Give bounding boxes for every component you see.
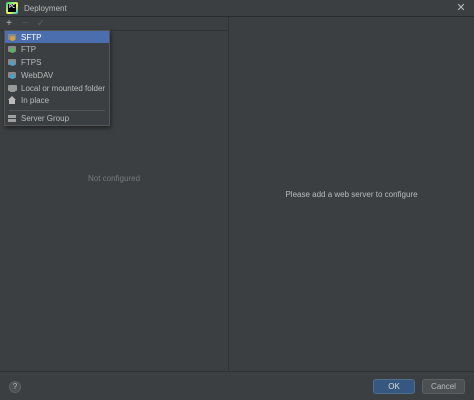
sftp-server-icon — [8, 33, 17, 42]
server-group-icon — [8, 114, 17, 123]
popup-item-ftp[interactable]: FTP — [5, 43, 109, 55]
apply-check-button[interactable]: ✓ — [34, 18, 48, 30]
server-config-panel: Please add a web server to configure — [229, 17, 474, 371]
cancel-button[interactable]: Cancel — [422, 379, 465, 394]
logo-text: PC — [9, 4, 16, 10]
ok-button[interactable]: OK — [373, 379, 415, 394]
title-bar: PC Deployment ✕ — [0, 0, 474, 17]
add-server-hint: Please add a web server to configure — [285, 190, 418, 199]
home-icon — [8, 95, 17, 105]
popup-item-label: Server Group — [21, 113, 70, 123]
close-icon[interactable]: ✕ — [454, 1, 468, 15]
popup-item-label: In place — [21, 95, 50, 105]
ftp-server-icon — [8, 45, 17, 54]
window-title: Deployment — [24, 4, 67, 13]
popup-item-label: SFTP — [21, 32, 42, 42]
help-icon[interactable]: ? — [9, 381, 21, 393]
webdav-server-icon — [8, 71, 17, 80]
popup-item-label: FTP — [21, 44, 37, 54]
popup-item-server-group[interactable]: Server Group — [5, 112, 109, 124]
popup-separator — [9, 110, 105, 111]
popup-item-label: WebDAV — [21, 70, 54, 80]
popup-item-ftps[interactable]: FTPS — [5, 56, 109, 68]
popup-item-in-place[interactable]: In place — [5, 94, 109, 106]
popup-item-label: FTPS — [21, 57, 42, 67]
popup-item-webdav[interactable]: WebDAV — [5, 69, 109, 81]
popup-item-label: Local or mounted folder — [21, 83, 106, 93]
remove-server-button[interactable]: − — [18, 18, 32, 30]
popup-item-sftp[interactable]: SFTP — [5, 31, 109, 43]
folder-icon — [8, 84, 17, 93]
ftps-server-icon — [8, 58, 17, 67]
not-configured-text: Not configured — [87, 174, 141, 183]
pycharm-logo-icon: PC — [6, 2, 18, 14]
add-server-button[interactable]: + — [2, 18, 16, 30]
dialog-footer: ? OK Cancel — [0, 371, 474, 400]
toolbar: + − ✓ — [0, 17, 228, 30]
popup-item-local-folder[interactable]: Local or mounted folder — [5, 82, 109, 94]
server-type-popup: SFTP FTP FTPS WebDAV Local or mounted fo… — [4, 30, 110, 126]
